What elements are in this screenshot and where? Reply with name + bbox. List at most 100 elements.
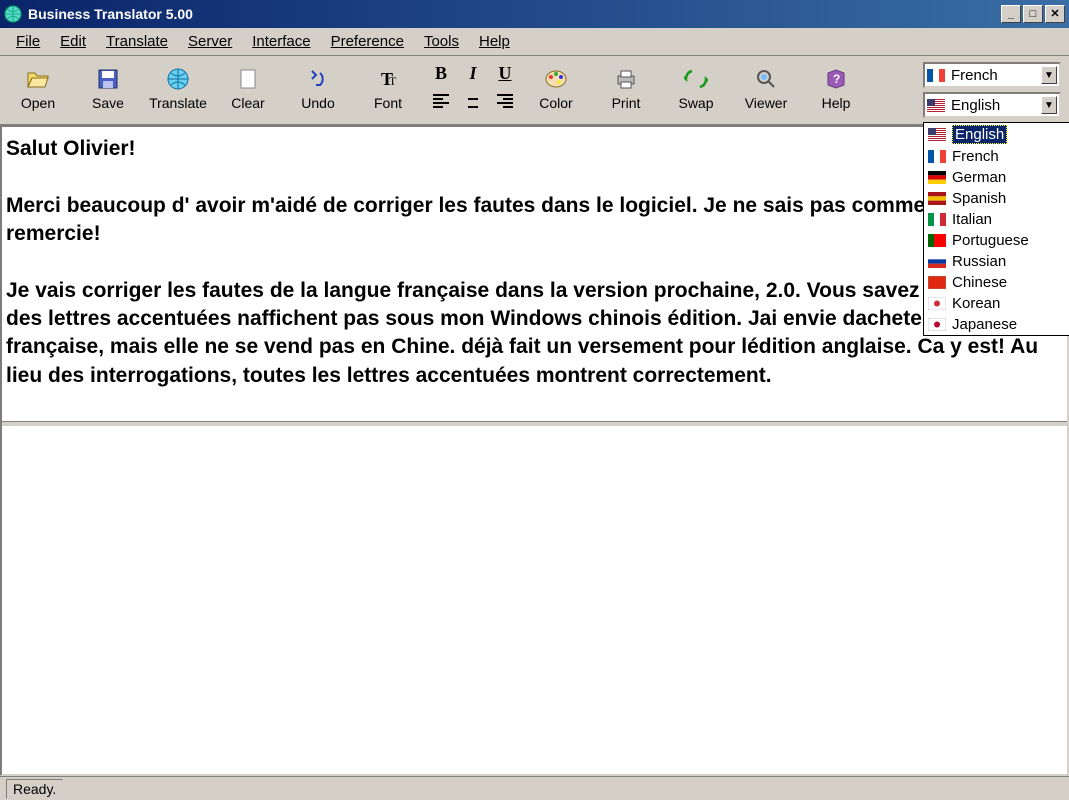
undo-button[interactable]: Undo bbox=[284, 60, 352, 118]
language-option[interactable]: English bbox=[924, 123, 1069, 146]
language-option-label: Italian bbox=[952, 211, 992, 228]
svg-text:T: T bbox=[389, 74, 397, 88]
source-language-combo[interactable]: French ▼ bbox=[923, 62, 1061, 88]
align-right-icon bbox=[497, 94, 513, 108]
menu-edit[interactable]: Edit bbox=[50, 30, 96, 53]
language-option[interactable]: Spanish bbox=[924, 188, 1069, 209]
help-label: Help bbox=[822, 95, 851, 111]
translate-button[interactable]: Translate bbox=[144, 60, 212, 118]
swap-label: Swap bbox=[678, 95, 713, 111]
chevron-down-icon: ▼ bbox=[1041, 66, 1057, 84]
menu-file[interactable]: File bbox=[6, 30, 50, 53]
language-option[interactable]: Italian bbox=[924, 209, 1069, 230]
flag-icon bbox=[928, 255, 946, 268]
language-option[interactable]: German bbox=[924, 167, 1069, 188]
save-label: Save bbox=[92, 95, 124, 111]
open-button[interactable]: Open bbox=[4, 60, 72, 118]
flag-icon bbox=[928, 192, 946, 205]
chevron-down-icon: ▼ bbox=[1041, 96, 1057, 114]
help-button[interactable]: ? Help bbox=[802, 60, 870, 118]
language-option-label: English bbox=[952, 125, 1007, 144]
close-button[interactable]: ✕ bbox=[1045, 5, 1065, 23]
language-option[interactable]: French bbox=[924, 146, 1069, 167]
translate-icon bbox=[166, 67, 190, 91]
flag-icon bbox=[927, 99, 945, 112]
text-paragraph: Merci beaucoup d' avoir m'aidé de corrig… bbox=[6, 192, 1063, 249]
flag-icon bbox=[928, 128, 946, 141]
color-label: Color bbox=[539, 95, 572, 111]
svg-text:?: ? bbox=[833, 72, 840, 86]
flag-icon bbox=[928, 234, 946, 247]
menu-preference[interactable]: Preference bbox=[321, 30, 414, 53]
align-left-icon bbox=[433, 94, 449, 108]
font-label: Font bbox=[374, 95, 402, 111]
language-option-label: Chinese bbox=[952, 274, 1007, 291]
target-language-label: English bbox=[951, 97, 1041, 114]
maximize-button[interactable]: □ bbox=[1023, 5, 1043, 23]
text-editor[interactable]: ▲ Salut Olivier! Merci beaucoup d' avoir… bbox=[0, 125, 1069, 776]
color-button[interactable]: Color bbox=[522, 60, 590, 118]
window-title: Business Translator 5.00 bbox=[28, 6, 193, 22]
bold-button[interactable]: B bbox=[426, 60, 456, 86]
flag-icon bbox=[928, 171, 946, 184]
language-selectors: French ▼ English ▼ EnglishFrenchGermanSp… bbox=[919, 60, 1065, 120]
language-option[interactable]: Portuguese bbox=[924, 230, 1069, 251]
clear-button[interactable]: Clear bbox=[214, 60, 282, 118]
text-paragraph: Je vais corriger les fautes de la langue… bbox=[6, 277, 1063, 390]
language-option-label: Korean bbox=[952, 295, 1000, 312]
viewer-label: Viewer bbox=[745, 95, 788, 111]
statusbar: Ready. bbox=[0, 776, 1069, 800]
swap-button[interactable]: Swap bbox=[662, 60, 730, 118]
flag-icon bbox=[928, 318, 946, 331]
language-dropdown[interactable]: English French German Spanish Italian Portugu… bbox=[923, 122, 1069, 336]
align-center-icon bbox=[465, 94, 481, 108]
save-icon bbox=[96, 67, 120, 91]
help-icon: ? bbox=[824, 67, 848, 91]
language-option[interactable]: Chinese bbox=[924, 272, 1069, 293]
format-group: B I U bbox=[426, 60, 520, 120]
source-language-label: French bbox=[951, 67, 1041, 84]
language-option[interactable]: Russian bbox=[924, 251, 1069, 272]
splitter-handle[interactable] bbox=[2, 421, 1067, 427]
language-option-label: Portuguese bbox=[952, 232, 1029, 249]
open-label: Open bbox=[21, 95, 55, 111]
font-icon: TT bbox=[376, 67, 400, 91]
print-icon bbox=[614, 67, 638, 91]
align-right-button[interactable] bbox=[490, 88, 520, 114]
language-option-label: French bbox=[952, 148, 999, 165]
align-center-button[interactable] bbox=[458, 88, 488, 114]
menu-server[interactable]: Server bbox=[178, 30, 242, 53]
italic-button[interactable]: I bbox=[458, 60, 488, 86]
language-option-label: Japanese bbox=[952, 316, 1017, 333]
align-left-button[interactable] bbox=[426, 88, 456, 114]
undo-label: Undo bbox=[301, 95, 334, 111]
language-option-label: German bbox=[952, 169, 1006, 186]
menu-interface[interactable]: Interface bbox=[242, 30, 320, 53]
menu-translate[interactable]: Translate bbox=[96, 30, 178, 53]
viewer-button[interactable]: Viewer bbox=[732, 60, 800, 118]
save-button[interactable]: Save bbox=[74, 60, 142, 118]
language-option[interactable]: Korean bbox=[924, 293, 1069, 314]
open-icon bbox=[26, 67, 50, 91]
menu-tools[interactable]: Tools bbox=[414, 30, 469, 53]
text-paragraph: Salut Olivier! bbox=[6, 135, 1063, 163]
print-label: Print bbox=[612, 95, 641, 111]
flag-icon bbox=[928, 297, 946, 310]
underline-button[interactable]: U bbox=[490, 60, 520, 86]
app-icon bbox=[4, 5, 22, 23]
flag-icon bbox=[928, 276, 946, 289]
language-option-label: Russian bbox=[952, 253, 1006, 270]
print-button[interactable]: Print bbox=[592, 60, 660, 118]
language-option-label: Spanish bbox=[952, 190, 1006, 207]
clear-label: Clear bbox=[231, 95, 264, 111]
toolbar: Open Save Translate Clear Undo TT Font B… bbox=[0, 56, 1069, 125]
font-button[interactable]: TT Font bbox=[354, 60, 422, 118]
translate-label: Translate bbox=[149, 95, 207, 111]
menubar: File Edit Translate Server Interface Pre… bbox=[0, 28, 1069, 56]
language-option[interactable]: Japanese bbox=[924, 314, 1069, 335]
flag-icon bbox=[927, 69, 945, 82]
flag-icon bbox=[928, 213, 946, 226]
target-language-combo[interactable]: English ▼ bbox=[923, 92, 1061, 118]
minimize-button[interactable]: _ bbox=[1001, 5, 1021, 23]
menu-help[interactable]: Help bbox=[469, 30, 520, 53]
